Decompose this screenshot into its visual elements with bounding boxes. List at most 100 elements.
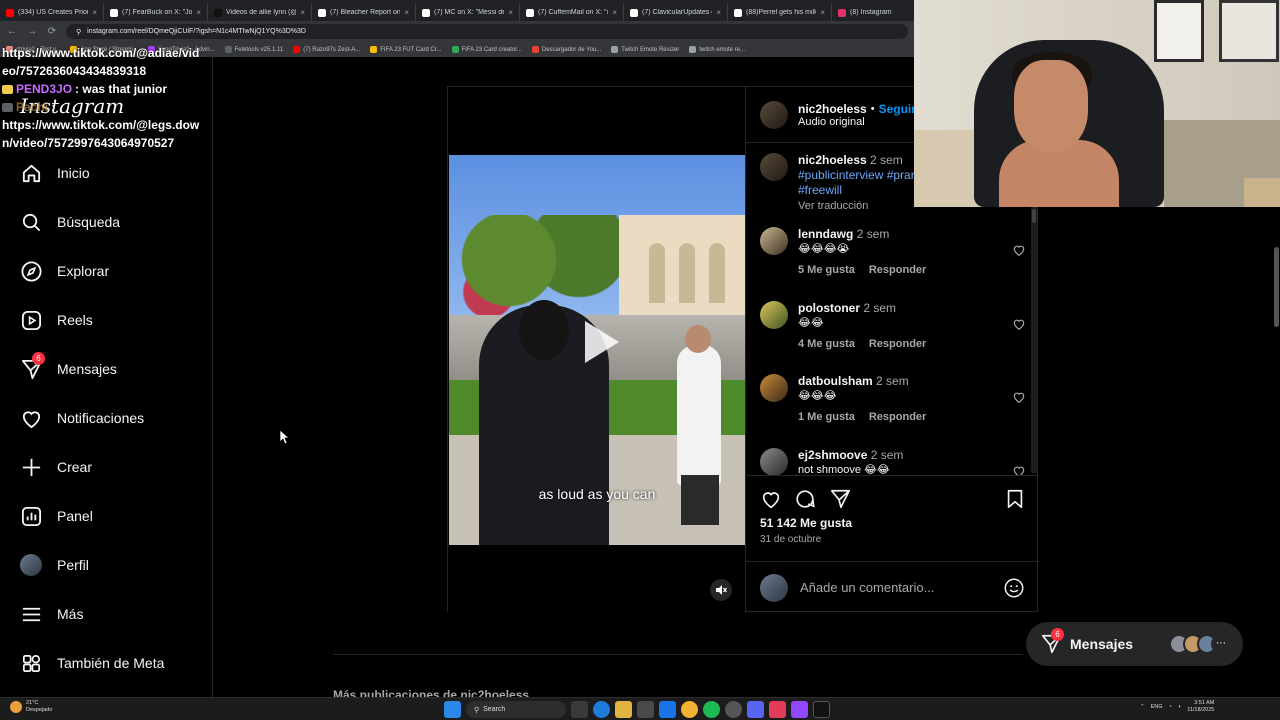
follow-button[interactable]: Seguir [879,102,916,116]
comment-like-heart-icon[interactable] [1012,464,1026,475]
bookmark-item[interactable]: twitch emote re... [689,46,745,53]
author-username[interactable]: nic2hoeless [798,102,867,116]
scroll-thumb[interactable] [1032,209,1036,223]
reply-button[interactable]: Responder [869,263,926,278]
sidebar-item-b-squeda[interactable]: Búsqueda [20,209,120,235]
share-send-icon[interactable] [829,488,851,510]
messages-popup-button[interactable]: 6 Mensajes ⋯ [1026,622,1243,666]
comment-likes[interactable]: 5 Me gusta [798,263,855,278]
comment-like-heart-icon[interactable] [1012,317,1026,331]
reel-media[interactable]: as loud as you can [448,87,745,613]
spotify-icon[interactable] [703,701,720,718]
caption-hashtags[interactable]: #freewill [798,183,918,198]
comment-username[interactable]: polostoner [798,301,860,315]
edge-icon[interactable] [593,701,610,718]
comment-like-heart-icon[interactable] [1012,390,1026,404]
twitch-icon[interactable] [791,701,808,718]
comment-likes[interactable]: 1 Me gusta [798,410,855,425]
reload-icon[interactable]: ⟳ [46,26,58,37]
comment-likes[interactable]: 4 Me gusta [798,337,855,352]
reel-video[interactable]: as loud as you can [449,155,745,545]
back-icon[interactable]: ← [6,26,18,37]
mail-icon[interactable] [659,701,676,718]
clock[interactable]: 3:51 AM 11/18/2025 [1187,700,1214,714]
reply-button[interactable]: Responder [869,337,926,352]
audio-link[interactable]: Audio original [798,116,916,128]
bookmark-item[interactable]: Descargador de You... [531,46,601,53]
tab-close-icon[interactable]: × [300,8,305,17]
author-avatar[interactable] [760,153,788,181]
play-icon[interactable] [571,315,625,369]
forward-icon[interactable]: → [26,26,38,37]
reply-button[interactable]: Responder [869,410,926,425]
language-indicator[interactable]: ENG [1151,704,1163,710]
like-heart-icon[interactable] [760,488,782,510]
bookmark-item[interactable]: FIFA 23 Card creator... [451,46,522,53]
comments-scrollbar[interactable] [1031,207,1037,473]
commenter-avatar[interactable] [760,227,788,255]
browser-tab[interactable]: Videos de allie lynn (@all × [208,4,312,21]
commenter-avatar[interactable] [760,448,788,475]
commenter-avatar[interactable] [760,374,788,402]
store-icon[interactable] [637,701,654,718]
task-view-icon[interactable] [571,701,588,718]
app-icon[interactable] [725,701,742,718]
tab-close-icon[interactable]: × [508,8,513,17]
tray-chevron-icon[interactable]: ⌃ [1140,704,1145,710]
browser-tab[interactable]: (7) FearBuck on X: "John× [104,4,208,21]
sidebar-item-m-s[interactable]: Más [20,601,83,627]
comment-input[interactable] [800,580,991,595]
browser-tab[interactable]: (7) MC on X: "Messi dead × [416,4,520,21]
weather-widget[interactable]: 21°C Despejado [10,700,52,714]
sidebar-item-reels[interactable]: Reels [20,307,93,333]
site-info-icon[interactable]: ⚲ [76,28,81,36]
bookmark-icon[interactable] [1004,488,1026,510]
browser-tab[interactable]: (7) ClavicularUpdates on × [624,4,728,21]
sidebar-item-perfil[interactable]: Perfil [20,552,89,578]
browser-tab[interactable]: (8) Instagram× [832,4,914,21]
app-icon[interactable] [769,701,786,718]
commenter-avatar[interactable] [760,301,788,329]
sidebar-item-crear[interactable]: Crear [20,454,92,480]
scroll-thumb[interactable] [1274,247,1279,327]
obs-icon[interactable] [813,701,830,718]
tab-close-icon[interactable]: × [196,8,201,17]
browser-tab[interactable]: (7) Bleacher Report on X × [312,4,416,21]
sidebar-item-explorar[interactable]: Explorar [20,258,109,284]
page-scrollbar[interactable] [1272,207,1280,697]
tab-close-icon[interactable]: × [820,8,825,17]
tab-close-icon[interactable]: × [404,8,409,17]
tab-close-icon[interactable]: × [92,8,97,17]
browser-tab[interactable]: (88)Perrel gets his milk × [728,4,832,21]
comment-username[interactable]: lenndawg [798,227,853,241]
bookmark-item[interactable]: (7) Razo97s Zest-A... [293,46,360,53]
see-translation-link[interactable]: Ver traducción [798,199,918,214]
browser-tab[interactable]: (7) CuffemMail on X: "@ × [520,4,624,21]
caption-hashtags[interactable]: #publicinterview #prar [798,168,918,183]
discord-icon[interactable] [747,701,764,718]
author-avatar[interactable] [760,100,788,129]
address-bar[interactable]: ⚲ instagram.com/reel/DQmeQjiCUiF/?igsh=N… [66,24,908,39]
comment-username[interactable]: datboulsham [798,374,873,388]
sidebar-item-mensajes[interactable]: 6 Mensajes [20,351,117,382]
bookmark-item[interactable]: Feletools v25.1.11 [224,46,283,53]
comment-icon[interactable] [794,488,816,510]
sidebar-item-tambi-n-de-meta[interactable]: También de Meta [20,650,164,676]
taskbar-search[interactable]: ⚲ Search [466,701,566,718]
likes-count[interactable]: 51 142 Me gusta [760,516,852,530]
browser-tab[interactable]: (334) US Creates Priority × [0,4,104,21]
comment-like-heart-icon[interactable] [1012,243,1026,257]
emoji-icon[interactable] [1003,577,1025,599]
file-explorer-icon[interactable] [615,701,632,718]
sidebar-item-notificaciones[interactable]: Notificaciones [20,405,144,431]
volume-icon[interactable]: ◖ [1178,704,1181,710]
bookmark-item[interactable]: Twitch Emote Resizer [611,46,679,53]
sidebar-item-panel[interactable]: Panel [20,503,93,529]
caption-username[interactable]: nic2hoeless [798,153,867,167]
tab-close-icon[interactable]: × [612,8,617,17]
mute-button[interactable] [710,579,732,601]
windows-start-icon[interactable] [444,701,461,718]
chrome-icon[interactable] [681,701,698,718]
tab-close-icon[interactable]: × [716,8,721,17]
sidebar-item-inicio[interactable]: Inicio [20,160,90,186]
